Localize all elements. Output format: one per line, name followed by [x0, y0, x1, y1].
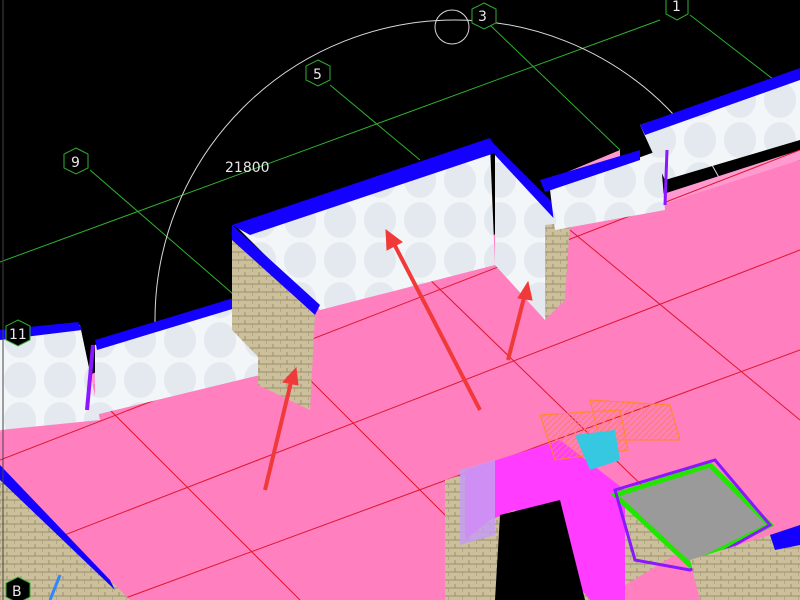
axis-bubble-9[interactable]: 9 — [63, 147, 89, 175]
svg-text:B: B — [12, 584, 22, 600]
svg-text:9: 9 — [71, 155, 80, 171]
axis-bubble-3[interactable]: 3 — [471, 2, 497, 30]
svg-text:1: 1 — [672, 0, 681, 15]
svg-text:5: 5 — [313, 67, 322, 83]
axis-bubble-5[interactable]: 5 — [305, 59, 331, 87]
svg-text:11: 11 — [9, 327, 27, 343]
axis-bubble-11[interactable]: 11 — [5, 319, 31, 347]
svg-text:3: 3 — [478, 9, 487, 25]
dimension-label: 21800 — [225, 160, 270, 176]
3d-model-viewport[interactable]: 21800 1 3 5 9 11 B — [0, 0, 800, 600]
